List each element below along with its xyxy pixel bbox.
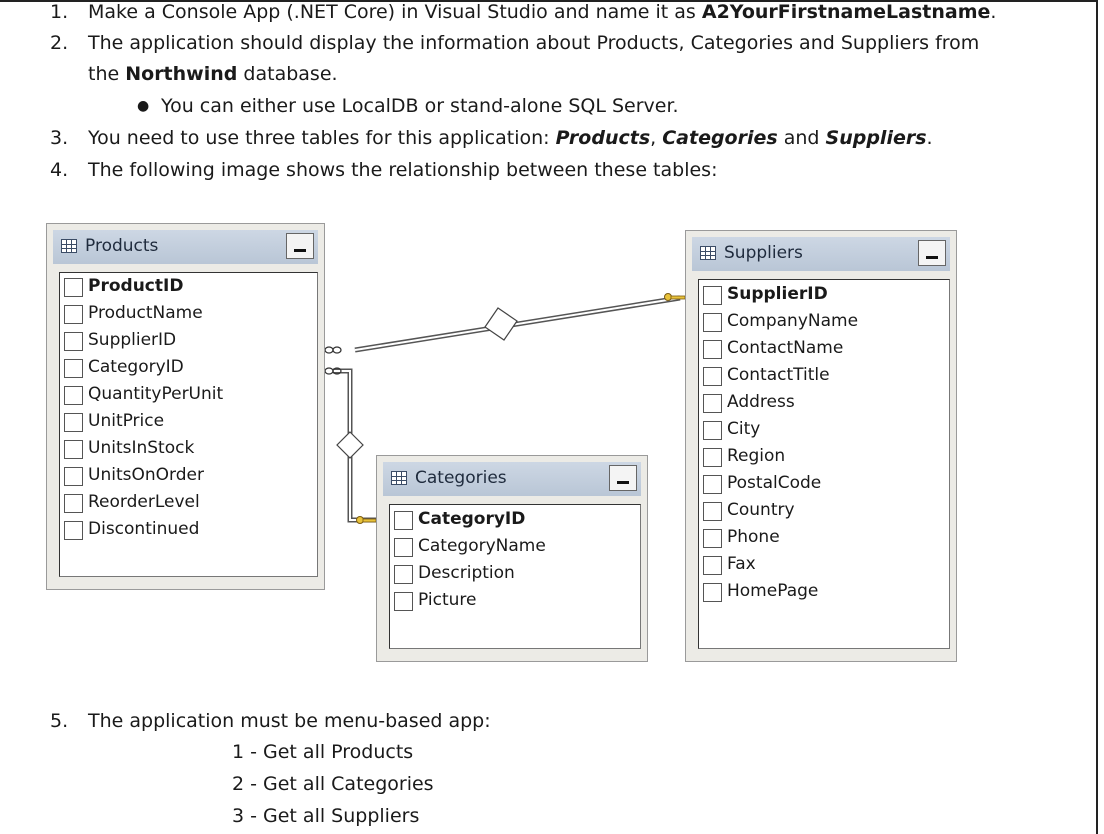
column-checkbox[interactable] — [394, 511, 413, 530]
column-checkbox[interactable] — [64, 278, 83, 297]
column-list: ProductID ProductName SupplierID Categor… — [59, 272, 318, 577]
column-list: SupplierID CompanyName ContactName Conta… — [698, 279, 950, 649]
column-checkbox[interactable] — [64, 494, 83, 513]
column-checkbox[interactable] — [64, 467, 83, 486]
column-checkbox[interactable] — [64, 386, 83, 405]
column-checkbox[interactable] — [64, 440, 83, 459]
column-checkbox[interactable] — [703, 313, 722, 332]
minimize-button[interactable] — [286, 233, 314, 259]
column-checkbox[interactable] — [64, 332, 83, 351]
suppliers-table[interactable]: Suppliers SupplierID CompanyName Contact… — [685, 230, 957, 662]
column-checkbox[interactable] — [703, 286, 722, 305]
column-checkbox[interactable] — [64, 359, 83, 378]
table-title-bar[interactable]: Products — [53, 230, 318, 264]
categories-table[interactable]: Categories CategoryID CategoryName Descr… — [376, 455, 648, 662]
column-checkbox[interactable] — [394, 592, 413, 611]
column-checkbox[interactable] — [64, 305, 83, 324]
minimize-button[interactable] — [609, 465, 637, 491]
column-checkbox[interactable] — [703, 529, 722, 548]
column-checkbox[interactable] — [394, 565, 413, 584]
table-name: Products — [85, 236, 159, 256]
column-checkbox[interactable] — [703, 583, 722, 602]
list-number: 5. — [50, 710, 69, 732]
column-list: CategoryID CategoryName Description Pict… — [389, 504, 641, 649]
column-checkbox[interactable] — [703, 421, 722, 440]
column-checkbox[interactable] — [64, 413, 83, 432]
products-table[interactable]: Products ProductID ProductName SupplierI… — [46, 223, 325, 590]
column-checkbox[interactable] — [703, 475, 722, 494]
menu-item-3: 3 - Get all Suppliers — [232, 805, 420, 827]
table-grid-icon — [700, 246, 716, 260]
column-checkbox[interactable] — [703, 556, 722, 575]
table-title-bar[interactable]: Suppliers — [692, 237, 950, 271]
table-title-bar[interactable]: Categories — [383, 462, 641, 496]
relationship-diamond — [336, 431, 364, 459]
menu-item-2: 2 - Get all Categories — [232, 773, 434, 795]
minimize-button[interactable] — [918, 240, 946, 266]
column-checkbox[interactable] — [394, 538, 413, 557]
infinity-end-icon — [324, 346, 342, 354]
column-checkbox[interactable] — [703, 394, 722, 413]
column-checkbox[interactable] — [703, 502, 722, 521]
menu-item-1: 1 - Get all Products — [232, 741, 414, 763]
column-checkbox[interactable] — [703, 448, 722, 467]
table-name: Suppliers — [724, 243, 803, 263]
table-grid-icon — [391, 471, 407, 485]
table-name: Categories — [415, 468, 507, 488]
table-grid-icon — [61, 239, 77, 253]
relationship-products-categories — [324, 367, 377, 524]
relationship-products-suppliers — [324, 293, 686, 354]
relationship-diamond — [484, 307, 518, 341]
column-checkbox[interactable] — [64, 521, 83, 540]
column-checkbox[interactable] — [703, 367, 722, 386]
column-checkbox[interactable] — [703, 340, 722, 359]
